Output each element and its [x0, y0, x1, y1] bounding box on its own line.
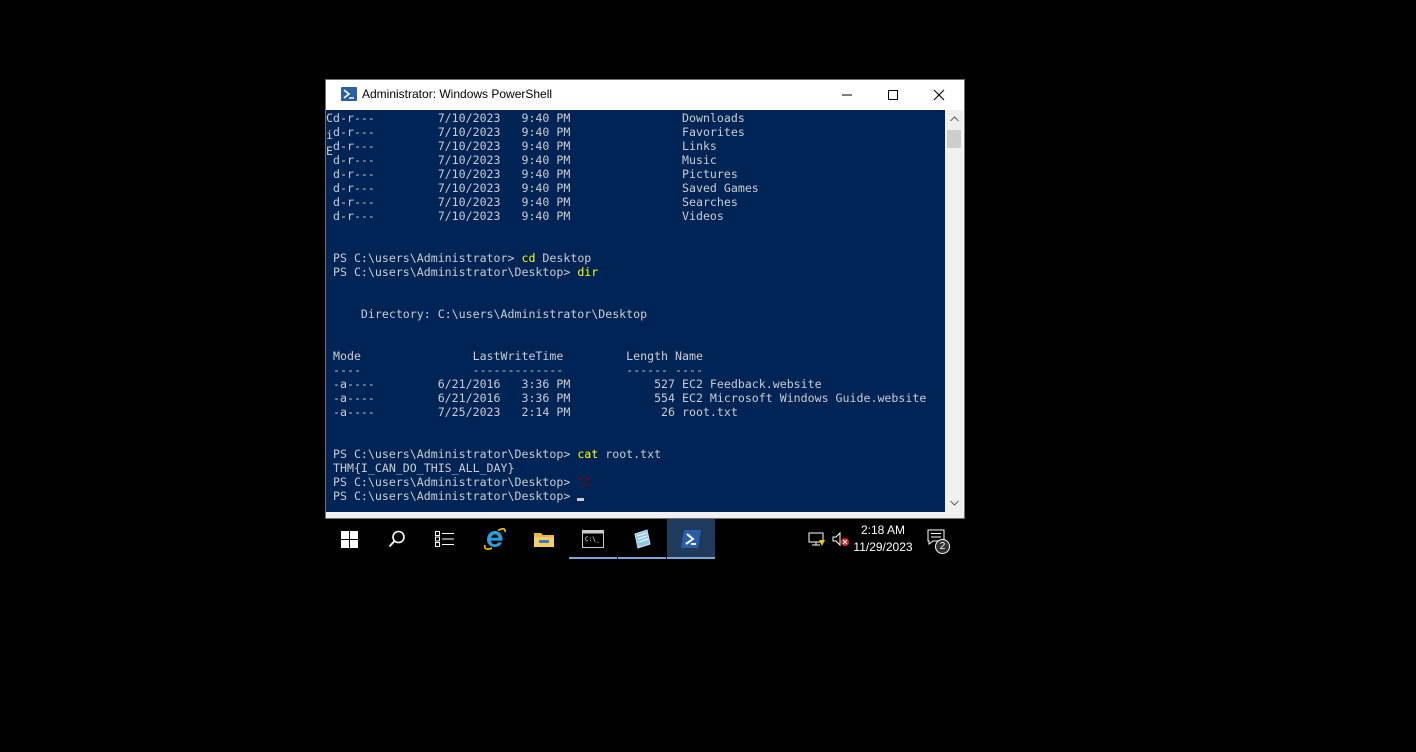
command-prompt-button[interactable]: C:\_	[569, 519, 617, 559]
window-title: Administrator: Windows PowerShell	[362, 87, 553, 101]
console-line: THM{I_CAN_DO_THIS_ALL_DAY}	[333, 461, 515, 475]
window-border	[326, 512, 964, 518]
console-line: d-r--- 7/10/2023 9:40 PM Downloads	[333, 111, 745, 125]
console-line: PS C:\users\Administrator> cd Desktop	[333, 251, 592, 265]
running-indicator	[569, 557, 617, 559]
notepad-button[interactable]	[618, 519, 666, 559]
minimize-button[interactable]	[824, 80, 870, 110]
title-bar[interactable]: Administrator: Windows PowerShell	[326, 80, 964, 110]
clipped-char: E	[326, 144, 333, 158]
powershell-icon	[341, 87, 357, 101]
console-line: d-r--- 7/10/2023 9:40 PM Searches	[333, 195, 738, 209]
volume-muted-icon[interactable]	[832, 531, 850, 551]
clipped-char: i	[326, 127, 333, 142]
svg-text:C:\_: C:\_	[585, 536, 600, 543]
task-view-icon	[435, 531, 454, 547]
console-line: PS C:\users\Administrator\Desktop> cat r…	[333, 447, 662, 461]
console-line: d-r--- 7/10/2023 9:40 PM Favorites	[333, 125, 745, 139]
powershell-icon	[681, 530, 701, 548]
console-output[interactable]: d-r--- 7/10/2023 9:40 PM Downloads d-r--…	[326, 110, 945, 512]
folder-icon	[534, 533, 554, 547]
console-line: PS C:\users\Administrator\Desktop>	[333, 489, 585, 503]
network-icon[interactable]	[808, 531, 826, 551]
console-line: ---- ------------- ------ ----	[333, 363, 703, 377]
clock-date: 11/29/2023	[853, 540, 913, 554]
internet-explorer-icon	[484, 528, 506, 551]
running-indicator	[667, 557, 715, 559]
file-explorer-button[interactable]	[520, 519, 568, 559]
chevron-up-icon	[949, 116, 959, 122]
console-line: -a---- 7/25/2023 2:14 PM 26 root.txt	[333, 405, 738, 419]
text-cursor	[577, 498, 585, 501]
remote-desktop-screen: Administrator: Windows PowerShell d-r---…	[325, 79, 965, 559]
taskbar: C:\_ 2:18 AM 11/29/2023 2	[325, 519, 965, 559]
scroll-up-button[interactable]	[945, 110, 963, 128]
powershell-window[interactable]: Administrator: Windows PowerShell d-r---…	[325, 79, 965, 519]
console-line: PS C:\users\Administrator\Desktop> ^C	[333, 475, 592, 489]
internet-explorer-button[interactable]	[471, 519, 519, 559]
console-line: d-r--- 7/10/2023 9:40 PM Videos	[333, 209, 724, 223]
console-line: Directory: C:\users\Administrator\Deskto…	[333, 307, 648, 321]
notification-count-badge: 2	[935, 539, 950, 554]
powershell-taskbar-button[interactable]	[667, 519, 715, 559]
clipped-text: C i E	[326, 110, 334, 170]
close-icon	[933, 89, 945, 101]
search-button[interactable]	[373, 519, 421, 559]
maximize-button[interactable]	[870, 80, 916, 110]
minimize-icon	[842, 94, 852, 96]
search-icon	[388, 530, 405, 548]
notepad-icon	[634, 529, 651, 549]
vertical-scrollbar[interactable]	[945, 110, 963, 512]
console-text: d-r--- 7/10/2023 9:40 PM Downloads d-r--…	[333, 111, 926, 503]
clock-time: 2:18 AM	[860, 523, 906, 537]
running-indicator	[618, 557, 666, 559]
start-button[interactable]	[325, 519, 373, 559]
console-line: -a---- 6/21/2016 3:36 PM 554 EC2 Microso…	[333, 391, 927, 405]
chevron-down-icon	[949, 500, 959, 506]
console-line: d-r--- 7/10/2023 9:40 PM Saved Games	[333, 181, 759, 195]
console-line: PS C:\users\Administrator\Desktop> dir	[333, 265, 599, 279]
console-line: d-r--- 7/10/2023 9:40 PM Links	[333, 139, 717, 153]
system-clock[interactable]: 2:18 AM 11/29/2023	[849, 522, 917, 556]
windows-icon	[340, 530, 358, 548]
maximize-icon	[888, 90, 898, 100]
close-button[interactable]	[916, 80, 962, 110]
console-line: d-r--- 7/10/2023 9:40 PM Pictures	[333, 167, 738, 181]
command-prompt-icon: C:\_	[582, 530, 604, 548]
console-line: Mode LastWriteTime Length Name	[333, 349, 703, 363]
scroll-thumb[interactable]	[947, 130, 961, 148]
console-line: -a---- 6/21/2016 3:36 PM 527 EC2 Feedbac…	[333, 377, 822, 391]
task-view-button[interactable]	[421, 519, 469, 559]
scroll-down-button[interactable]	[945, 494, 963, 512]
console-line: d-r--- 7/10/2023 9:40 PM Music	[333, 153, 717, 167]
clipped-char: C	[326, 111, 333, 125]
